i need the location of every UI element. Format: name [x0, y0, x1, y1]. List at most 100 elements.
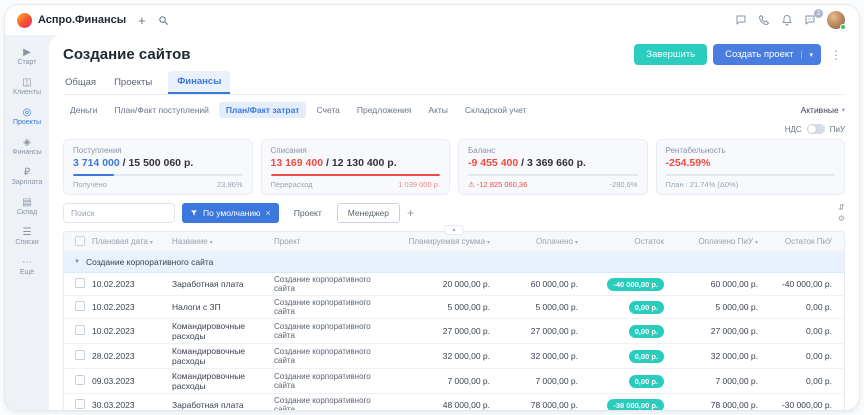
- group-row[interactable]: ▼ Создание корпоративного сайта: [64, 252, 844, 273]
- progress-bar: [73, 174, 243, 176]
- app-logo[interactable]: Аспро.Финансы: [17, 13, 126, 28]
- divider: [666, 174, 836, 176]
- lists-icon: ☰: [23, 227, 32, 238]
- collapse-table-button[interactable]: ▴: [444, 225, 463, 235]
- table-row[interactable]: 30.03.2023 Заработная плата Создание кор…: [64, 394, 844, 410]
- search-icon[interactable]: [158, 15, 169, 26]
- col-date[interactable]: Плановая дата▾: [88, 235, 168, 248]
- col-rest-piu[interactable]: Остаток ПиУ: [770, 235, 844, 248]
- logo-icon: [17, 13, 32, 28]
- progress-bar: [271, 174, 441, 176]
- select-all-checkbox[interactable]: [75, 236, 85, 246]
- warning-icon: ⚠ -12 825 060,36: [468, 180, 527, 189]
- add-filter-button[interactable]: +: [407, 206, 414, 220]
- projects-icon: ◎: [23, 107, 32, 118]
- chevron-down-icon: ▾: [842, 106, 845, 114]
- row-checkbox[interactable]: [75, 301, 85, 311]
- table-settings-gear-icon[interactable]: ⚙: [838, 214, 845, 223]
- rest-badge: -40 000,00 р.: [607, 278, 664, 291]
- row-checkbox[interactable]: [75, 325, 85, 335]
- finances-icon: ◈: [23, 137, 31, 148]
- subtab-acts[interactable]: Акты: [421, 102, 455, 118]
- create-project-button[interactable]: Создать проект ▾: [713, 44, 821, 65]
- avatar[interactable]: [827, 11, 845, 29]
- vat-piu-toggle[interactable]: [807, 124, 825, 134]
- sidebar-item-finances[interactable]: ◈ Финансы: [6, 133, 48, 160]
- clients-icon: ◫: [22, 77, 31, 88]
- col-rest[interactable]: Остаток: [590, 235, 676, 248]
- bell-icon[interactable]: [781, 14, 793, 26]
- col-paid[interactable]: Оплачено▾: [502, 235, 590, 248]
- sort-icon: ▾: [575, 240, 578, 246]
- row-checkbox[interactable]: [75, 375, 85, 385]
- online-status-dot: [840, 24, 846, 30]
- filter-chip-manager[interactable]: Менеджер: [337, 203, 400, 223]
- rest-badge: 0,00 р.: [629, 350, 664, 363]
- salary-icon: ₽: [24, 167, 30, 178]
- subtab-offers[interactable]: Предложения: [350, 102, 418, 118]
- subtab-plan-fact-income[interactable]: План/Факт поступлений: [107, 102, 215, 118]
- page-title: Создание сайтов: [63, 46, 191, 63]
- chevron-down-icon[interactable]: ▾: [801, 51, 813, 59]
- rest-badge: 0,00 р.: [629, 325, 664, 338]
- subtab-warehouse-accounting[interactable]: Складской учет: [458, 102, 534, 118]
- subtab-money[interactable]: Деньги: [63, 102, 104, 118]
- vat-label: НДС: [785, 125, 802, 134]
- kpi-profitability[interactable]: Рентабельность -254.59% План : 21.74% (Δ…: [656, 139, 846, 195]
- tab-projects[interactable]: Проекты: [112, 72, 154, 94]
- more-icon: ⋯: [22, 257, 32, 268]
- finish-button[interactable]: Завершить: [634, 44, 707, 65]
- table-row[interactable]: 10.02.2023 Командировочные расходы Созда…: [64, 319, 844, 344]
- tab-general[interactable]: Общая: [63, 72, 98, 94]
- kpi-expenses[interactable]: Списания 13 169 400 / 12 130 400 р. Пере…: [261, 139, 451, 195]
- phone-icon[interactable]: [758, 14, 770, 26]
- sidebar: ▶ Старт ◫ Клиенты ◎ Проекты ◈ Финансы ₽ …: [5, 35, 49, 410]
- topbar-right: 2: [735, 11, 845, 29]
- col-paid-piu[interactable]: Оплачено ПиУ▾: [676, 235, 770, 248]
- kpi-income[interactable]: Поступления 3 714 000 / 15 500 060 р. По…: [63, 139, 253, 195]
- page-header: Создание сайтов Завершить Создать проект…: [63, 44, 845, 65]
- table-wrap: ▴ Плановая дата▾ Название▾ Проект Планир…: [63, 231, 845, 410]
- row-checkbox[interactable]: [75, 278, 85, 288]
- sidebar-item-projects[interactable]: ◎ Проекты: [6, 103, 48, 130]
- subtabs: Деньги План/Факт поступлений План/Факт з…: [63, 102, 845, 118]
- filter-chip-project[interactable]: Проект: [286, 204, 330, 222]
- rest-badge: 0,00 р.: [629, 301, 664, 314]
- subtab-plan-fact-expenses[interactable]: План/Факт затрат: [219, 102, 307, 118]
- topbar: Аспро.Финансы + 2: [5, 5, 859, 35]
- sidebar-item-start[interactable]: ▶ Старт: [6, 43, 48, 70]
- logo-text: Аспро.Финансы: [38, 14, 126, 26]
- col-name[interactable]: Название▾: [168, 235, 270, 248]
- rest-badge: -30 000,00 р.: [607, 399, 664, 411]
- filter-preset-chip[interactable]: По умолчанию ×: [182, 203, 279, 223]
- sidebar-item-more[interactable]: ⋯ Ещё: [6, 253, 48, 280]
- col-project[interactable]: Проект: [270, 235, 392, 248]
- row-checkbox[interactable]: [75, 350, 85, 360]
- quick-add-button[interactable]: +: [134, 12, 150, 29]
- tab-finances[interactable]: Финансы: [168, 71, 230, 94]
- chat-icon[interactable]: 2: [804, 14, 816, 26]
- sidebar-item-lists[interactable]: ☰ Списки: [6, 223, 48, 250]
- comment-icon[interactable]: [735, 14, 747, 26]
- sidebar-item-warehouse[interactable]: ▤ Склад: [6, 193, 48, 220]
- search-input[interactable]: [63, 203, 175, 223]
- filter-row: По умолчанию × Проект Менеджер + ⇵ ⚙: [63, 203, 845, 223]
- sidebar-item-clients[interactable]: ◫ Клиенты: [6, 73, 48, 100]
- kebab-menu-button[interactable]: ⋮: [827, 48, 845, 62]
- close-icon[interactable]: ×: [265, 208, 270, 218]
- chevron-down-icon: ▼: [74, 259, 80, 265]
- expand-rows-icon[interactable]: ⇵: [838, 203, 845, 212]
- table-row[interactable]: 10.02.2023 Налоги с ЗП Создание корпорат…: [64, 296, 844, 319]
- status-filter-dropdown[interactable]: Активные ▾: [801, 105, 845, 115]
- subtab-invoices[interactable]: Счета: [309, 102, 346, 118]
- tabs: Общая Проекты Финансы: [63, 71, 845, 95]
- col-planned[interactable]: Планируемая сумма▾: [392, 235, 502, 248]
- kpi-balance[interactable]: Баланс -9 455 400 / 3 369 660 р. ⚠ -12 8…: [458, 139, 648, 195]
- sort-icon: ▾: [150, 240, 153, 246]
- table-row[interactable]: 10.02.2023 Заработная плата Создание кор…: [64, 273, 844, 296]
- table-row[interactable]: 09.03.2023 Командировочные расходы Созда…: [64, 369, 844, 394]
- table-row[interactable]: 28.02.2023 Командировочные расходы Созда…: [64, 344, 844, 369]
- rest-badge: 0,00 р.: [629, 375, 664, 388]
- row-checkbox[interactable]: [75, 399, 85, 409]
- sidebar-item-salary[interactable]: ₽ Зарплата: [6, 163, 48, 190]
